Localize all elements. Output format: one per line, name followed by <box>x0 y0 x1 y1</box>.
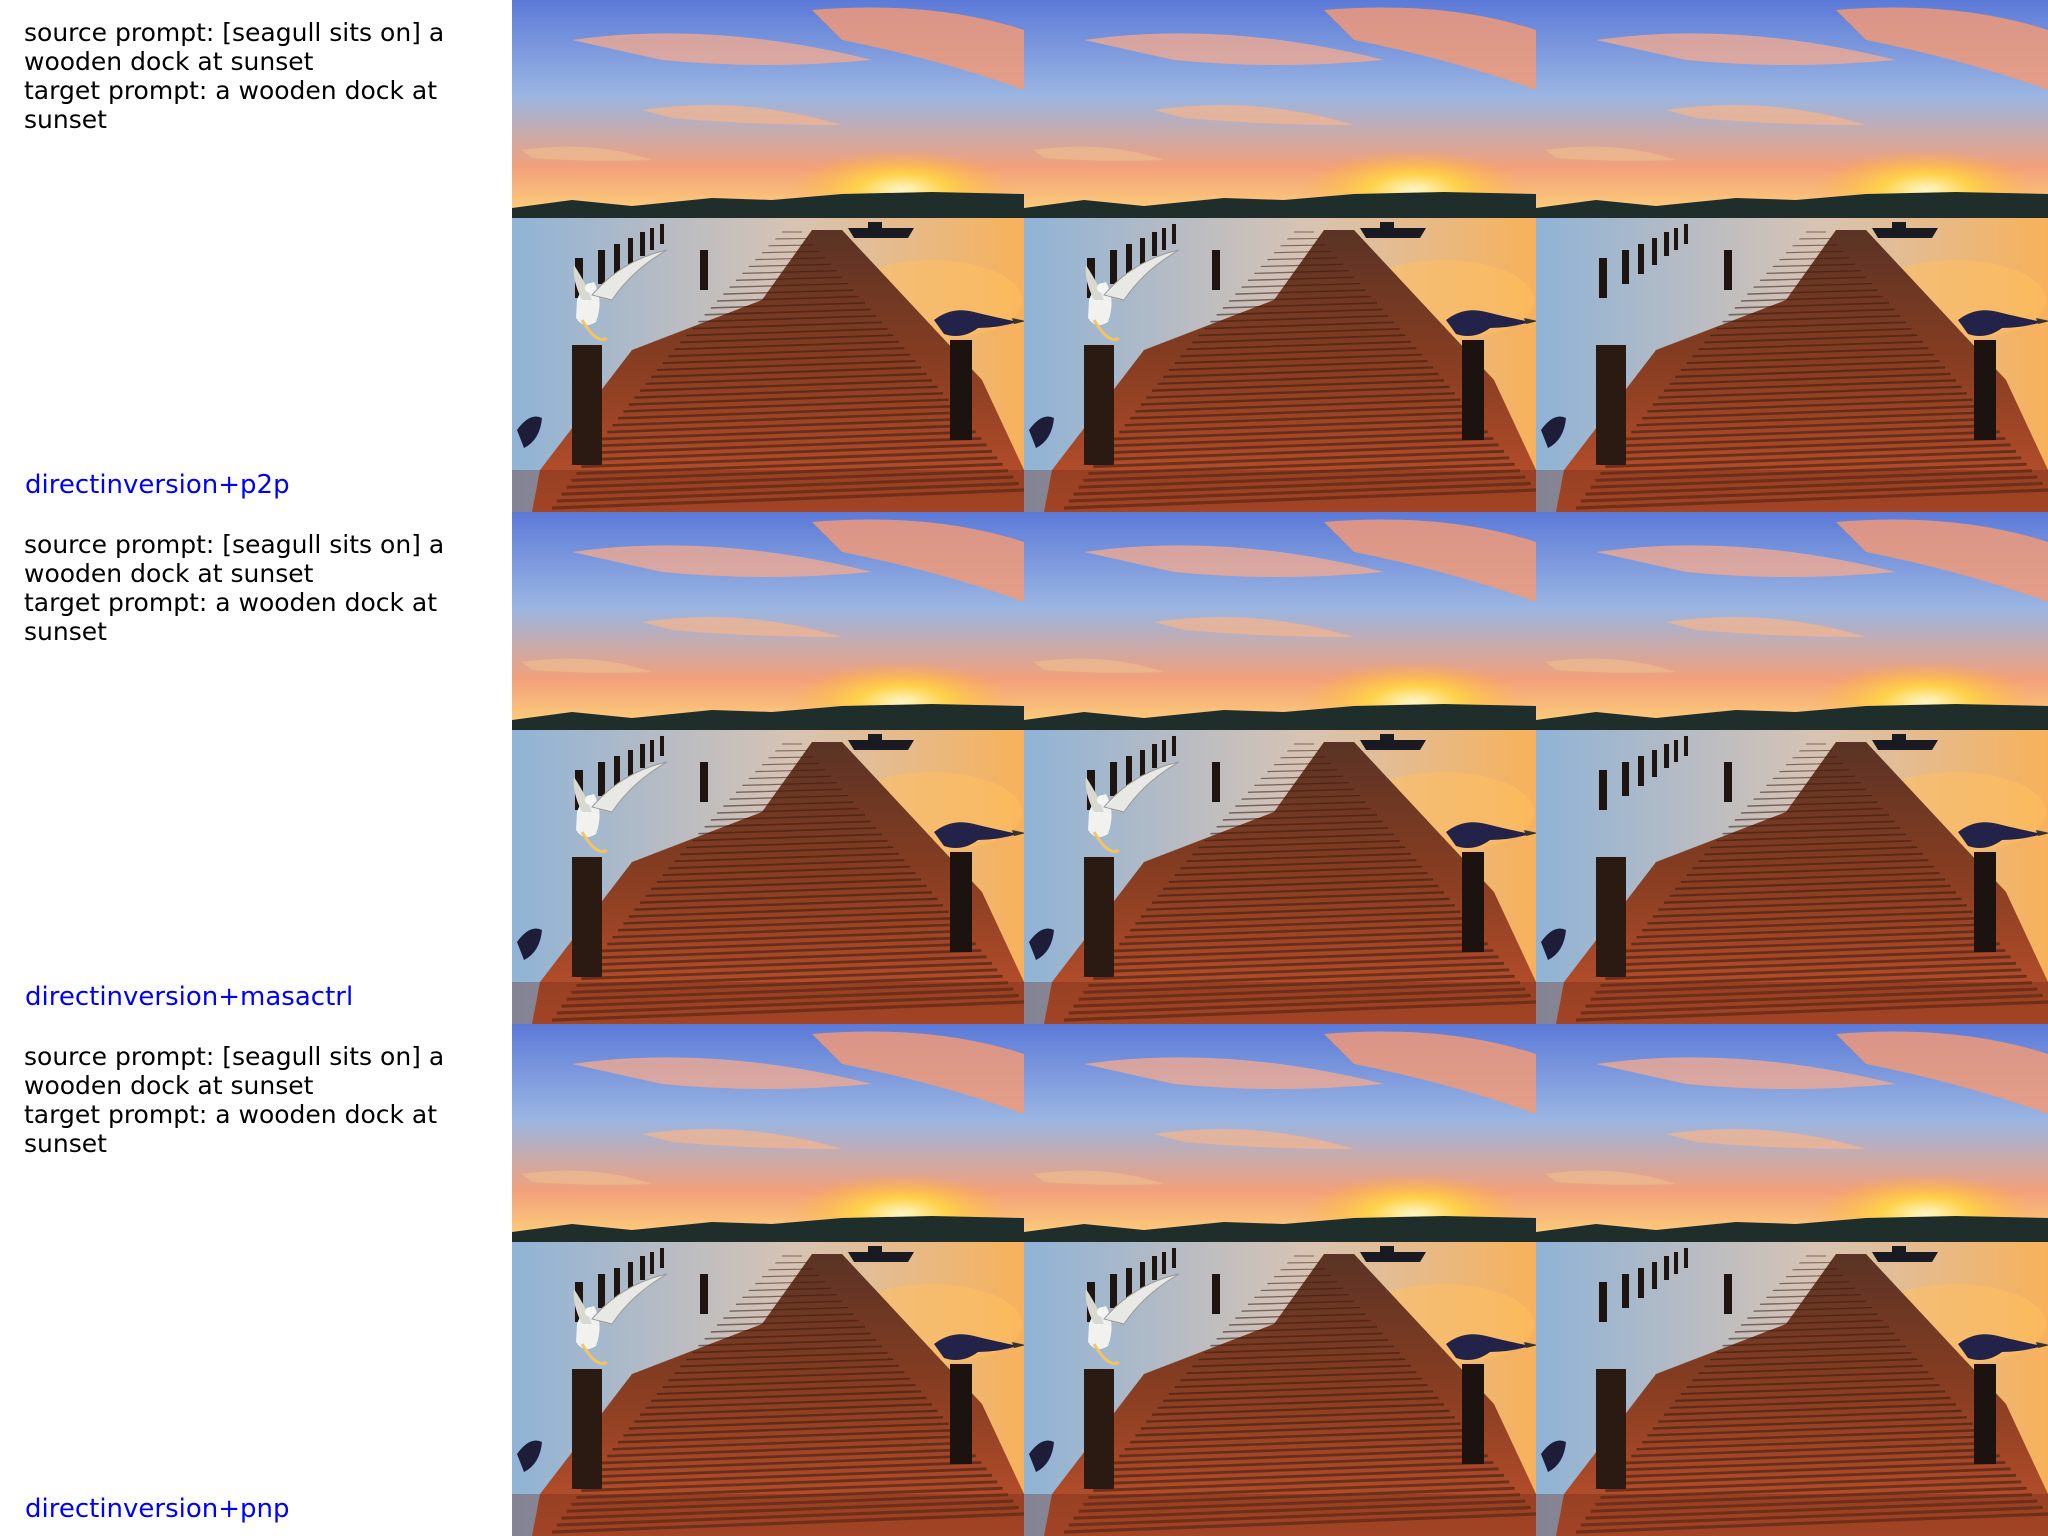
sunset-dock-illustration <box>512 512 1024 1024</box>
image-reconstruction <box>1024 1024 1536 1536</box>
grid-row-3: source prompt: [seagull sits on] a woode… <box>0 1024 2048 1536</box>
comparison-grid: source prompt: [seagull sits on] a woode… <box>0 0 2048 1536</box>
sunset-dock-illustration <box>512 1024 1024 1536</box>
sunset-dock-illustration <box>1536 0 2048 512</box>
sunset-dock-illustration <box>1024 1024 1536 1536</box>
sunset-dock-illustration <box>512 0 1024 512</box>
prompt-text: source prompt: [seagull sits on] a woode… <box>24 18 445 134</box>
image-edited <box>1536 512 2048 1024</box>
image-edited <box>1536 0 2048 512</box>
sunset-dock-illustration <box>1024 512 1536 1024</box>
method-label: directinversion+p2p <box>25 470 290 500</box>
image-source <box>512 1024 1024 1536</box>
row-label-panel: source prompt: [seagull sits on] a woode… <box>0 1024 512 1536</box>
grid-row-2: source prompt: [seagull sits on] a woode… <box>0 512 2048 1024</box>
prompt-text: source prompt: [seagull sits on] a woode… <box>24 1042 445 1158</box>
row-label-panel: source prompt: [seagull sits on] a woode… <box>0 512 512 1024</box>
method-label: directinversion+masactrl <box>25 982 354 1012</box>
image-source <box>512 512 1024 1024</box>
sunset-dock-illustration <box>1536 512 2048 1024</box>
image-reconstruction <box>1024 0 1536 512</box>
image-source <box>512 0 1024 512</box>
row-label-panel: source prompt: [seagull sits on] a woode… <box>0 0 512 512</box>
grid-row-1: source prompt: [seagull sits on] a woode… <box>0 0 2048 512</box>
sunset-dock-illustration <box>1536 1024 2048 1536</box>
sunset-dock-illustration <box>1024 0 1536 512</box>
image-reconstruction <box>1024 512 1536 1024</box>
image-edited <box>1536 1024 2048 1536</box>
method-label: directinversion+pnp <box>25 1494 290 1524</box>
prompt-text: source prompt: [seagull sits on] a woode… <box>24 530 445 646</box>
